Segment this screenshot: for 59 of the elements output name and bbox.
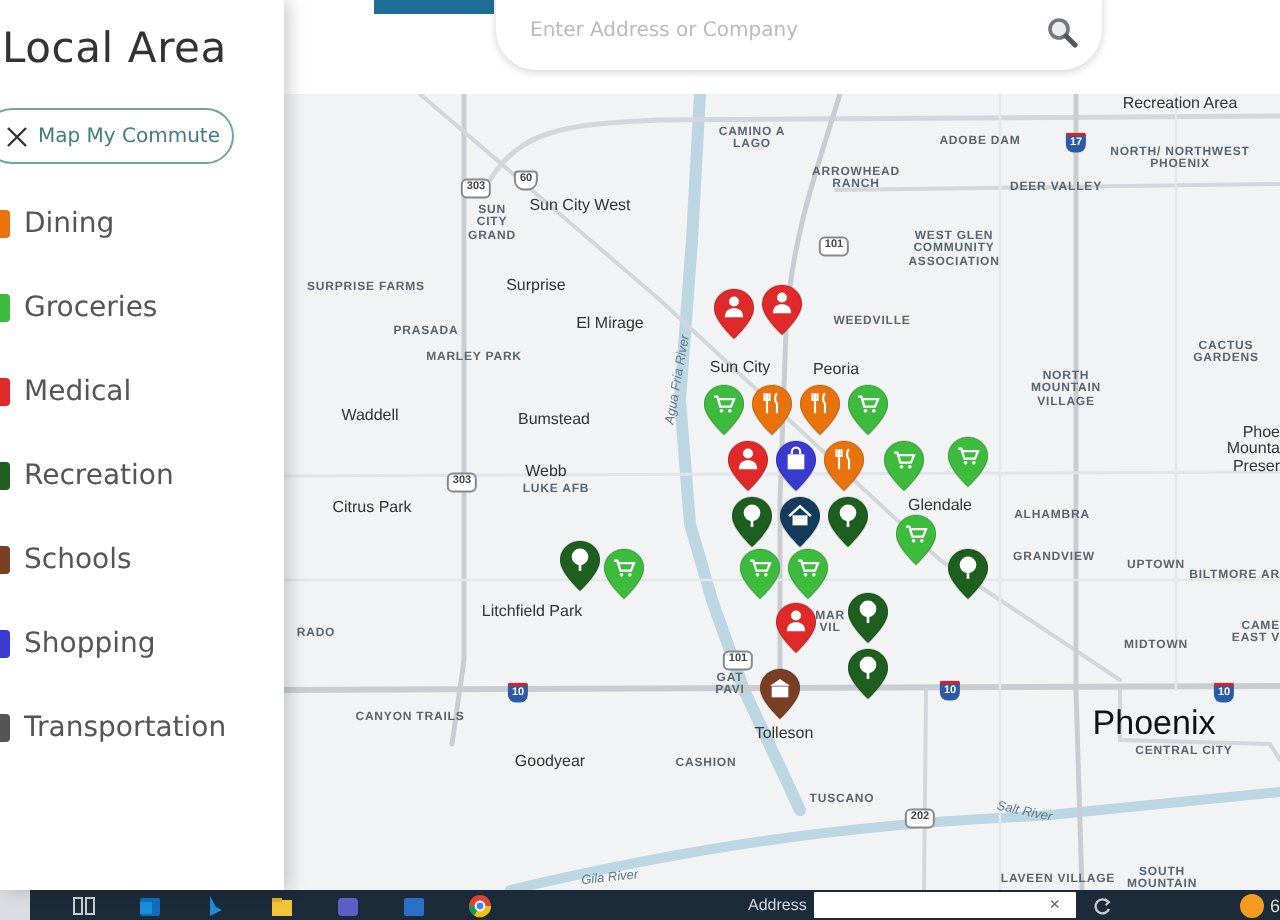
refresh-icon[interactable] <box>1091 895 1112 915</box>
task-view-icon[interactable] <box>72 893 96 917</box>
utensils-pin[interactable] <box>752 384 792 436</box>
doctor-pin[interactable] <box>762 284 802 336</box>
category-item[interactable]: Dining <box>24 208 115 240</box>
address-field[interactable]: × <box>814 892 1076 918</box>
doctor-pin[interactable] <box>776 602 816 654</box>
house-pin[interactable] <box>780 496 820 548</box>
bag-pin[interactable] <box>776 440 816 492</box>
place-label: Peoria <box>810 361 862 379</box>
category-item[interactable]: Groceries <box>24 292 158 324</box>
folder-icon[interactable] <box>270 893 294 917</box>
cart-pin[interactable] <box>848 384 888 436</box>
address-label: Address <box>748 896 807 914</box>
category-item[interactable]: Medical <box>24 376 132 408</box>
tree-pin[interactable] <box>948 548 988 600</box>
sun-icon <box>1239 893 1264 917</box>
place-label: Bumstead <box>515 411 593 429</box>
utensils-pin[interactable] <box>824 440 864 492</box>
category-item[interactable]: Recreation <box>24 460 174 492</box>
cart-pin[interactable] <box>884 440 924 492</box>
place-label: Waddell <box>339 407 401 425</box>
category-item[interactable]: Schools <box>24 544 132 576</box>
panel-title: Local Area <box>2 24 229 72</box>
place-label: Phoe Mounta Preser <box>1224 424 1280 476</box>
utensils-pin[interactable] <box>800 384 840 436</box>
place-label: Litchfield Park <box>479 603 585 621</box>
place-label: Surprise <box>504 277 568 295</box>
place-label: Sun City <box>707 359 773 377</box>
place-label: Citrus Park <box>330 499 414 517</box>
place-label: Goodyear <box>512 753 588 771</box>
category-item[interactable]: Transportation <box>24 712 227 744</box>
tree-pin[interactable] <box>828 496 868 548</box>
tree-pin[interactable] <box>848 648 888 700</box>
doctor-pin[interactable] <box>728 440 768 492</box>
place-label: Recreation Area <box>1120 95 1240 113</box>
tree-pin[interactable] <box>560 540 600 592</box>
cart-pin[interactable] <box>948 436 988 488</box>
clear-button[interactable]: × <box>1049 896 1060 914</box>
search-icon[interactable] <box>1046 15 1078 47</box>
search-input[interactable]: Enter Address or Company <box>526 18 1046 44</box>
place-label: Phoenix <box>1090 706 1218 742</box>
school-pin[interactable] <box>760 668 800 720</box>
place-label: Tolleson <box>752 725 816 743</box>
category-item[interactable]: Shopping <box>24 628 156 660</box>
close-icon <box>6 125 28 147</box>
start-area[interactable] <box>0 890 30 920</box>
cart-pin[interactable] <box>704 384 744 436</box>
cart-pin[interactable] <box>896 514 936 566</box>
place-label: Glendale <box>905 497 975 515</box>
tree-pin[interactable] <box>848 592 888 644</box>
doctor-pin[interactable] <box>714 288 754 340</box>
place-label: El Mirage <box>574 315 646 333</box>
map-my-commute-button[interactable]: Map My Commute <box>0 108 234 164</box>
search-field[interactable]: Enter Address or Company <box>496 0 1102 70</box>
tree-pin[interactable] <box>732 496 772 548</box>
place-label: Sun City West <box>527 197 633 215</box>
temperature-text: 6 <box>1269 895 1280 915</box>
place-label: Webb <box>523 463 569 481</box>
